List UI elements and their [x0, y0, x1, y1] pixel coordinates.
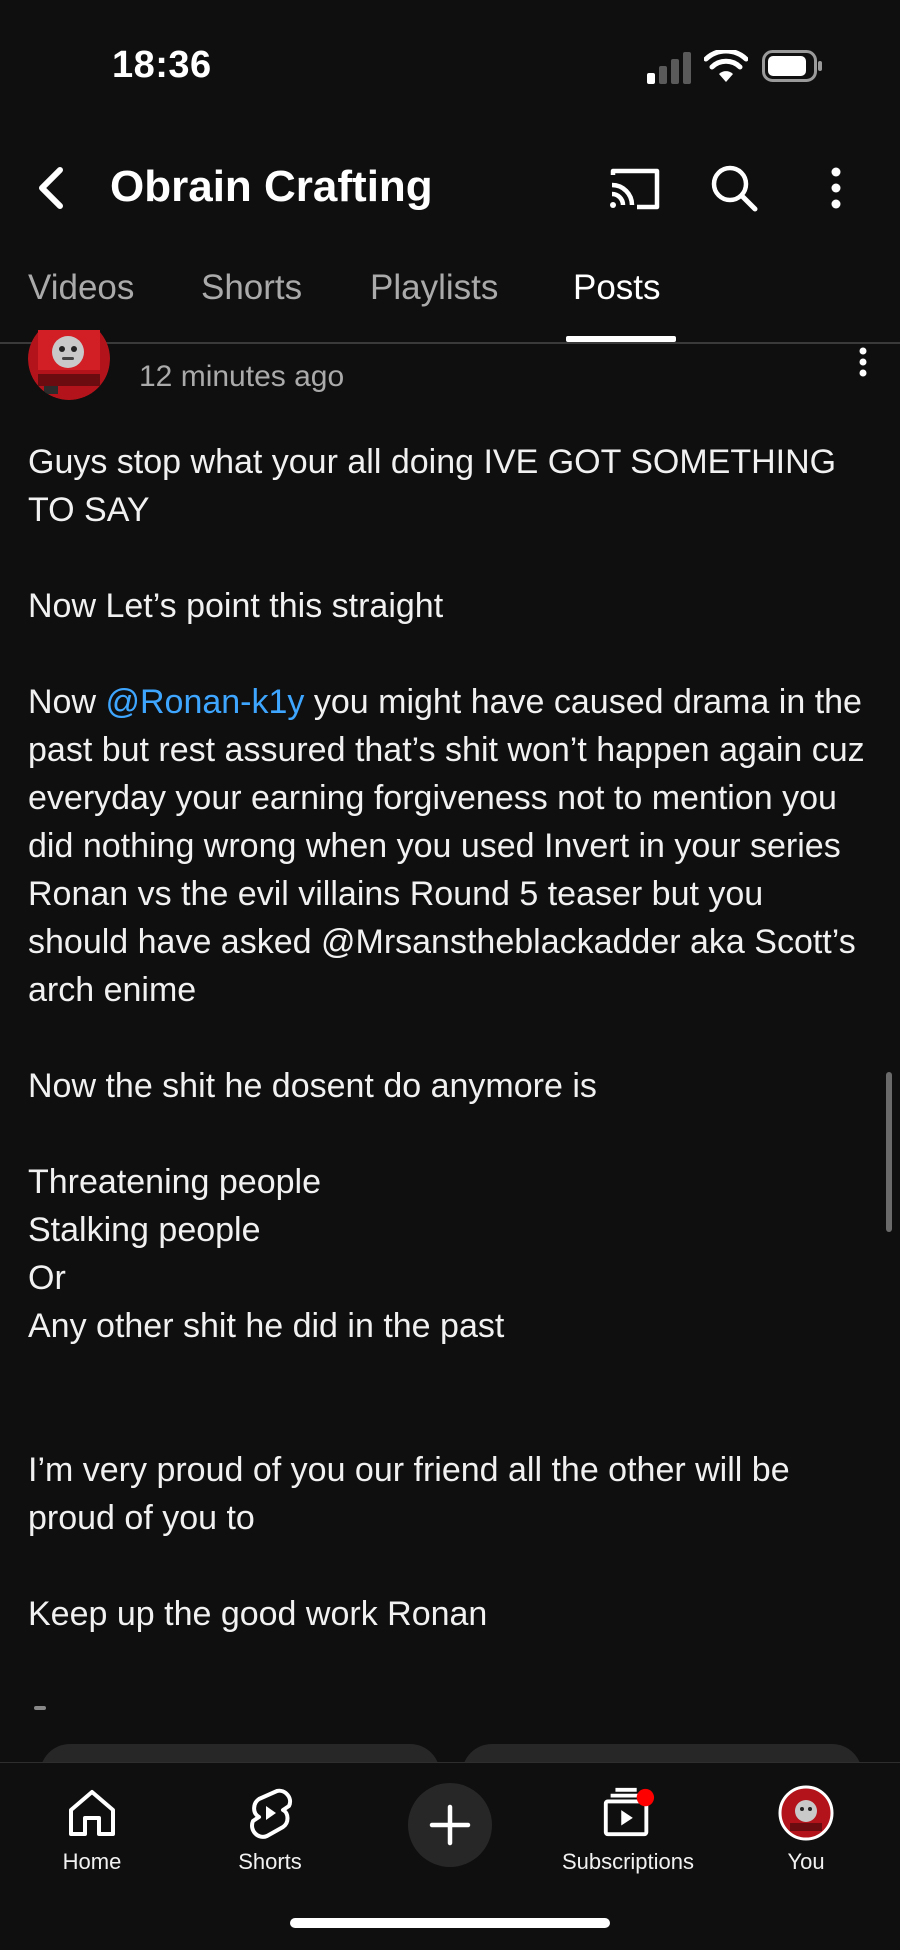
search-button[interactable]: [704, 158, 764, 218]
truncated-text-marker: [34, 1706, 46, 1710]
more-vertical-icon: [831, 167, 841, 209]
subscriptions-icon: [600, 1785, 656, 1841]
create-plus-icon: [429, 1804, 471, 1846]
list-item: Any other shit he did in the past: [28, 1307, 505, 1345]
nav-shorts[interactable]: Shorts: [190, 1777, 350, 1887]
cast-icon: [610, 168, 660, 210]
shorts-icon: [242, 1785, 298, 1841]
list-item: Threatening people: [28, 1163, 322, 1201]
nav-label: Home: [62, 1849, 122, 1874]
tab-posts[interactable]: Posts: [573, 268, 661, 344]
post-text: Guys stop what your all doing IVE GOT SO…: [28, 438, 868, 1638]
channel-title: Obrain Crafting: [110, 162, 433, 211]
list-item: Or: [28, 1259, 66, 1297]
channel-header: Obrain Crafting: [0, 150, 900, 230]
battery-icon: [762, 50, 822, 82]
nav-label: You: [787, 1849, 825, 1874]
paragraph-text: Now: [28, 683, 106, 721]
post-paragraph: Now the shit he dosent do anymore is: [28, 1067, 597, 1105]
tab-shorts[interactable]: Shorts: [201, 268, 302, 344]
train-avatar-icon: [28, 330, 110, 400]
channel-tabs: Videos Shorts Playlists Posts: [0, 262, 900, 344]
nav-label: Shorts: [238, 1849, 302, 1874]
active-tab-indicator: [566, 336, 676, 342]
create-button[interactable]: [408, 1783, 492, 1867]
post-timestamp: 12 minutes ago: [139, 360, 345, 393]
paragraph-text: you might have caused drama in the past …: [28, 683, 875, 1009]
notification-dot: [636, 1788, 655, 1807]
nav-home[interactable]: Home: [12, 1777, 172, 1887]
post-paragraph: Keep up the good work Ronan: [28, 1595, 488, 1633]
status-time: 18:36: [112, 44, 212, 86]
back-arrow-icon: [39, 167, 63, 209]
post-paragraph: Now Let’s point this straight: [28, 587, 444, 625]
post-paragraph: Now @Ronan-k1y you might have caused dra…: [28, 678, 868, 1014]
scrollbar[interactable]: [886, 1072, 892, 1232]
more-vertical-icon: [859, 347, 867, 377]
profile-avatar-icon: [778, 1785, 834, 1841]
post-more-button[interactable]: [848, 344, 878, 380]
post-paragraph: Guys stop what your all doing IVE GOT SO…: [28, 443, 845, 529]
mention-link[interactable]: @Ronan-k1y: [105, 683, 304, 721]
tab-playlists[interactable]: Playlists: [370, 268, 498, 344]
nav-you[interactable]: You: [726, 1777, 886, 1887]
more-options-button[interactable]: [806, 158, 866, 218]
home-indicator[interactable]: [290, 1918, 610, 1928]
nav-subscriptions[interactable]: Subscriptions: [548, 1777, 708, 1887]
cellular-signal-icon: [647, 52, 691, 84]
search-icon: [711, 165, 758, 212]
home-icon: [64, 1785, 120, 1841]
post-paragraph: I’m very proud of you our friend all the…: [28, 1451, 800, 1537]
author-avatar[interactable]: [28, 330, 110, 400]
list-item: Stalking people: [28, 1211, 261, 1249]
cast-button[interactable]: [604, 158, 664, 218]
back-button[interactable]: [24, 160, 80, 216]
nav-label: Subscriptions: [561, 1849, 695, 1874]
status-bar: 18:36: [0, 0, 900, 130]
wifi-icon: [704, 50, 748, 82]
